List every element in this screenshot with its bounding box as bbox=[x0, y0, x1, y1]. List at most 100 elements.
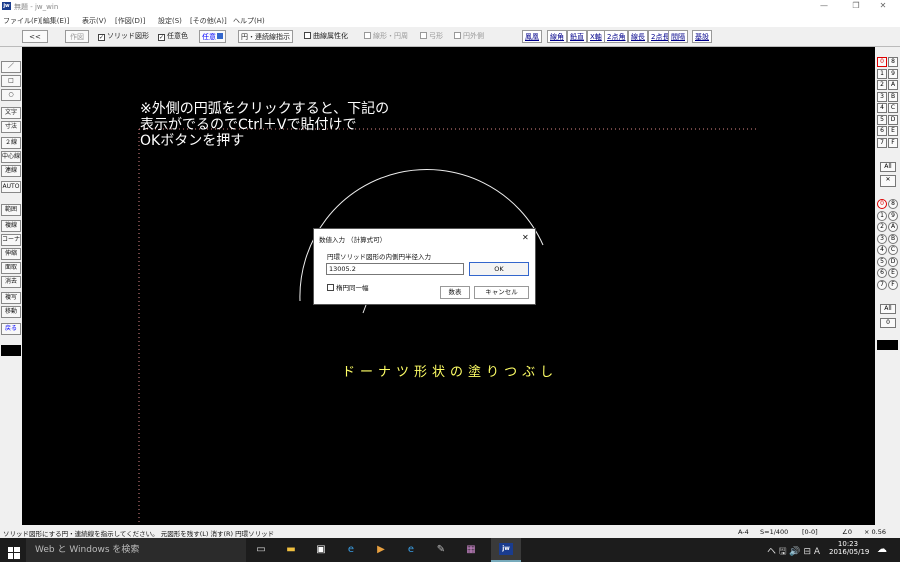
toolbar-btn-6[interactable]: 線長 bbox=[628, 30, 648, 43]
ie-icon[interactable]: e bbox=[404, 543, 418, 557]
notification-icon[interactable]: ☁ bbox=[875, 543, 889, 557]
free-color-button[interactable]: 任意 bbox=[199, 30, 226, 43]
menu-settings[interactable]: 設定(S) bbox=[158, 16, 182, 26]
layer-button-4[interactable]: 4 bbox=[877, 103, 887, 113]
windows-start-icon[interactable] bbox=[8, 544, 20, 559]
layer-group-button-3[interactable]: 3 bbox=[877, 233, 887, 244]
tool-range[interactable]: 範囲 bbox=[1, 204, 21, 216]
layer-button-d[interactable]: D bbox=[888, 114, 898, 125]
tool-circle[interactable]: ○ bbox=[1, 89, 21, 101]
image-app-icon[interactable]: ▦ bbox=[464, 543, 478, 557]
clock[interactable]: 10:23 2016/05/19 bbox=[829, 540, 869, 556]
tool-center-line[interactable]: 中心線 bbox=[1, 151, 21, 163]
menu-other[interactable]: [その他(A)] bbox=[190, 16, 227, 26]
layer-group-button-d[interactable]: D bbox=[888, 256, 898, 267]
paper-size[interactable]: A-4 bbox=[738, 528, 749, 536]
tool-line[interactable]: ／ bbox=[1, 61, 21, 73]
tool-app-icon[interactable]: ✎ bbox=[434, 543, 448, 557]
layer-group-button-5[interactable]: 5 bbox=[877, 256, 887, 267]
layer-button-f[interactable]: F bbox=[888, 137, 898, 148]
toolbar-btn-2[interactable]: 線角 bbox=[547, 30, 567, 43]
media-icon[interactable]: ▶ bbox=[374, 543, 388, 557]
taskbar-search-box[interactable]: Web と Windows を検索 bbox=[26, 538, 246, 562]
task-view-icon[interactable]: ▭ bbox=[254, 543, 268, 557]
menu-edit[interactable]: [編集(E)] bbox=[40, 16, 69, 26]
layer-group-button-4[interactable]: 4 bbox=[877, 245, 887, 255]
tool-connect[interactable]: 連線 bbox=[1, 165, 21, 177]
radius-input[interactable]: 13005.2 bbox=[326, 263, 464, 275]
layer-button-a[interactable]: A bbox=[888, 80, 898, 90]
tool-corner[interactable]: コーナー bbox=[1, 234, 21, 246]
layer-button-b[interactable]: B bbox=[888, 91, 898, 102]
same-width-checkbox[interactable]: 楕円同一幅 bbox=[327, 282, 369, 292]
ok-button[interactable]: OK bbox=[469, 262, 529, 276]
layer-button-1[interactable]: 1 bbox=[877, 68, 887, 79]
toolbar-btn-5[interactable]: 2点角 bbox=[604, 30, 629, 43]
layer-button-5[interactable]: 5 bbox=[877, 114, 887, 125]
line-circle-checkbox[interactable]: 線形・円周 bbox=[362, 30, 410, 43]
circle-link-button[interactable]: 円・連続線指示 bbox=[238, 30, 293, 43]
jw-cad-task-button[interactable]: jw bbox=[491, 538, 521, 562]
layer-group-button-c[interactable]: C bbox=[888, 245, 898, 255]
tool-dimension[interactable]: 寸法 bbox=[1, 121, 21, 133]
sakuzu-button[interactable]: 作図 bbox=[65, 30, 89, 43]
zoom-indicator[interactable]: × 0.56 bbox=[864, 528, 886, 536]
layer-group-button-2[interactable]: 2 bbox=[877, 222, 887, 232]
layer-group-button-7[interactable]: 7 bbox=[877, 279, 887, 290]
back-button[interactable]: << bbox=[22, 30, 48, 43]
tool-chamfer[interactable]: 面取 bbox=[1, 262, 21, 274]
toolbar-btn-1[interactable]: 鳳凰 bbox=[522, 30, 542, 43]
free-color-checkbox[interactable]: ✓ 任意色 bbox=[156, 30, 190, 43]
layer-group-button-0[interactable]: 0 bbox=[877, 199, 887, 209]
layer-button-7[interactable]: 7 bbox=[877, 137, 887, 148]
toolbar-btn-3[interactable]: 鉛直 bbox=[567, 30, 587, 43]
layer-button-c[interactable]: C bbox=[888, 103, 898, 113]
tool-text[interactable]: 文字 bbox=[1, 107, 21, 119]
layer-group-button-f[interactable]: F bbox=[888, 279, 898, 290]
layer-button-9[interactable]: 9 bbox=[888, 68, 898, 79]
tool-move[interactable]: 移動 bbox=[1, 306, 21, 318]
layer-cross-button[interactable]: ✕ bbox=[880, 175, 896, 187]
menu-help[interactable]: ヘルプ(H) bbox=[233, 16, 265, 26]
scale-indicator[interactable]: S=1/400 bbox=[760, 528, 788, 536]
toolbar-btn-4[interactable]: X軸 bbox=[587, 30, 605, 43]
tool-auto[interactable]: AUTO bbox=[1, 181, 21, 193]
layer-group-button-e[interactable]: E bbox=[888, 268, 898, 278]
group-all-button[interactable]: All bbox=[880, 304, 896, 314]
store-icon[interactable]: ▣ bbox=[314, 543, 328, 557]
layer-button-6[interactable]: 6 bbox=[877, 126, 887, 136]
layer-group-button-a[interactable]: A bbox=[888, 222, 898, 232]
cancel-button[interactable]: キャンセル bbox=[474, 286, 529, 299]
layer-group-button-8[interactable]: 8 bbox=[888, 199, 898, 209]
dialog-close-button[interactable]: ✕ bbox=[522, 233, 529, 242]
tool-stretch[interactable]: 伸縮 bbox=[1, 248, 21, 260]
menu-view[interactable]: 表示(V) bbox=[82, 16, 106, 26]
toolbar-btn-8[interactable]: 間隔 bbox=[668, 30, 688, 43]
angle-indicator[interactable]: ∠0 bbox=[842, 528, 852, 536]
tool-double-line[interactable]: ２線 bbox=[1, 137, 21, 149]
arc-checkbox[interactable]: 弓形 bbox=[418, 30, 445, 43]
line-type-indicator[interactable] bbox=[1, 345, 21, 356]
layer-indicator[interactable]: [0-0] bbox=[802, 528, 818, 536]
layer-button-2[interactable]: 2 bbox=[877, 80, 887, 90]
toolbar-btn-9[interactable]: 基設 bbox=[692, 30, 712, 43]
layer-button-8[interactable]: 8 bbox=[888, 57, 898, 67]
line-color-indicator[interactable] bbox=[877, 340, 898, 350]
solid-checkbox[interactable]: ✓ ソリッド図形 bbox=[96, 30, 151, 43]
layer-group-button-9[interactable]: 9 bbox=[888, 210, 898, 221]
layer-button-0[interactable]: 0 bbox=[877, 57, 887, 67]
layer-button-3[interactable]: 3 bbox=[877, 91, 887, 102]
table-button[interactable]: 数表 bbox=[440, 286, 470, 299]
minimize-button[interactable]: — bbox=[815, 1, 833, 11]
file-explorer-icon[interactable]: ▬ bbox=[284, 543, 298, 557]
layer-group-button-b[interactable]: B bbox=[888, 233, 898, 244]
tool-offset[interactable]: 複線 bbox=[1, 220, 21, 232]
tool-undo[interactable]: 戻る bbox=[1, 323, 21, 335]
layer-button-e[interactable]: E bbox=[888, 126, 898, 136]
curve-attr-checkbox[interactable]: 曲線属性化 bbox=[302, 30, 350, 43]
layer-all-button[interactable]: All bbox=[880, 162, 896, 172]
close-button[interactable]: ✕ bbox=[874, 1, 892, 11]
outer-checkbox[interactable]: 円外側 bbox=[452, 30, 486, 43]
tool-copy[interactable]: 複写 bbox=[1, 292, 21, 304]
system-tray[interactable]: ヘ 🖫 🔊 ⊟ A bbox=[767, 544, 820, 560]
